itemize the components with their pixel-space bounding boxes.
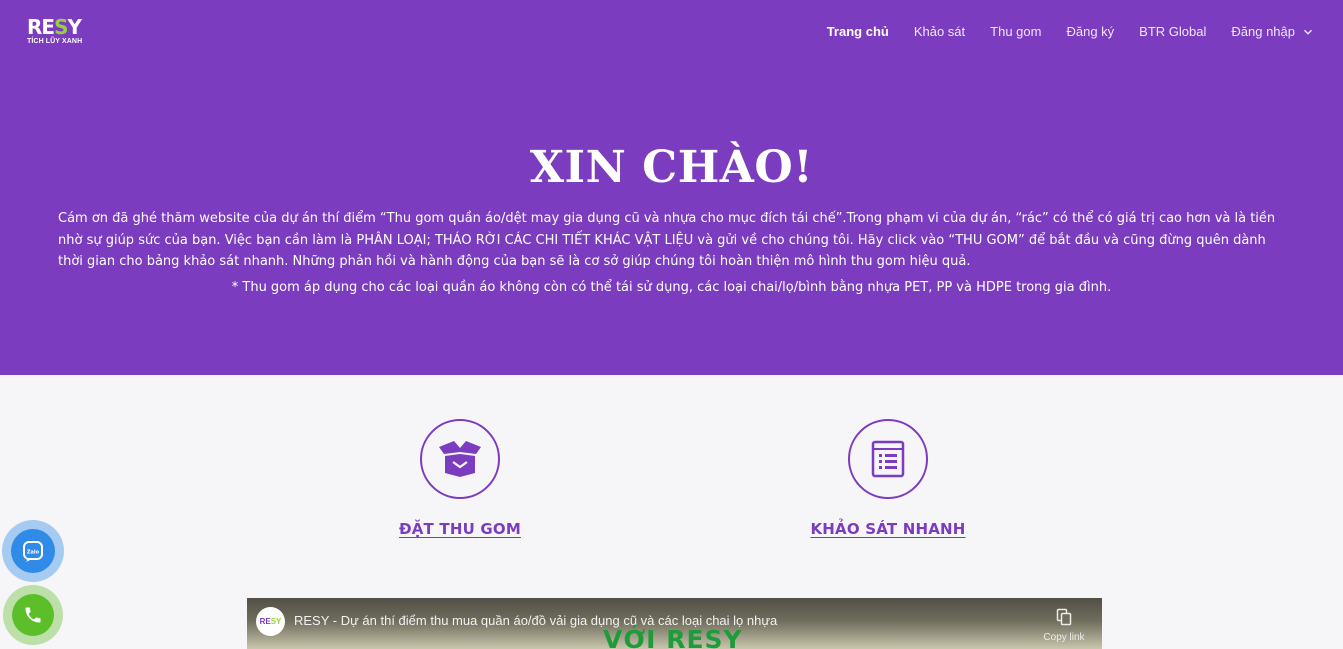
chevron-down-icon: [1304, 29, 1312, 35]
resy-logo[interactable]: RESY TÍCH LŨY XANH: [27, 17, 83, 49]
hero-intro-text: Cám ơn đã ghé thăm website của dự án thí…: [58, 211, 1276, 269]
feature-icon-circle[interactable]: [848, 419, 928, 499]
video-overlay-text: VỚI RESY: [603, 625, 743, 649]
copy-link-label: Copy link: [1043, 632, 1085, 643]
open-box-icon: [439, 441, 481, 477]
quick-survey-link[interactable]: KHẢO SÁT NHANH: [778, 520, 998, 538]
copy-link-button[interactable]: Copy link: [1039, 608, 1089, 643]
nav-item-survey[interactable]: Khảo sát: [914, 24, 965, 39]
zalo-chat-button[interactable]: Zalo: [2, 520, 64, 582]
hero-section: RESY TÍCH LŨY XANH Trang chủ Khảo sát Th…: [0, 0, 1343, 375]
phone-icon: [25, 607, 41, 623]
logo-tagline: TÍCH LŨY XANH: [27, 38, 83, 45]
hero-note: * Thu gom áp dụng cho các loại quần áo k…: [231, 280, 1112, 295]
nav-item-collection[interactable]: Thu gom: [990, 24, 1041, 39]
zalo-button-core[interactable]: Zalo: [11, 529, 55, 573]
copy-icon: [1056, 608, 1072, 626]
zalo-icon-text: Zalo: [27, 550, 40, 556]
feature-book-collection[interactable]: ĐẶT THU GOM: [350, 419, 570, 538]
survey-list-icon: [871, 440, 905, 478]
channel-avatar[interactable]: RE SY: [256, 607, 285, 636]
main-nav: Trang chủ Khảo sát Thu gom Đăng ký BTR G…: [802, 24, 1313, 39]
feature-icon-circle[interactable]: [420, 419, 500, 499]
feature-quick-survey[interactable]: KHẢO SÁT NHANH: [778, 419, 998, 538]
nav-item-home[interactable]: Trang chủ: [827, 24, 889, 39]
logo-wordmark: RESY: [27, 15, 82, 39]
nav-item-register[interactable]: Đăng ký: [1066, 24, 1114, 39]
nav-item-btr-global[interactable]: BTR Global: [1139, 24, 1206, 39]
hero-title: XIN CHÀO!: [529, 142, 814, 193]
phone-button-core[interactable]: [12, 594, 54, 636]
zalo-icon: Zalo: [23, 541, 43, 562]
youtube-video-embed[interactable]: RE SY RESY - Dự án thí điểm thu mua quần …: [247, 598, 1102, 649]
phone-call-button[interactable]: [3, 585, 63, 645]
book-collection-link[interactable]: ĐẶT THU GOM: [350, 520, 570, 538]
nav-item-login[interactable]: Đăng nhập: [1231, 24, 1313, 39]
